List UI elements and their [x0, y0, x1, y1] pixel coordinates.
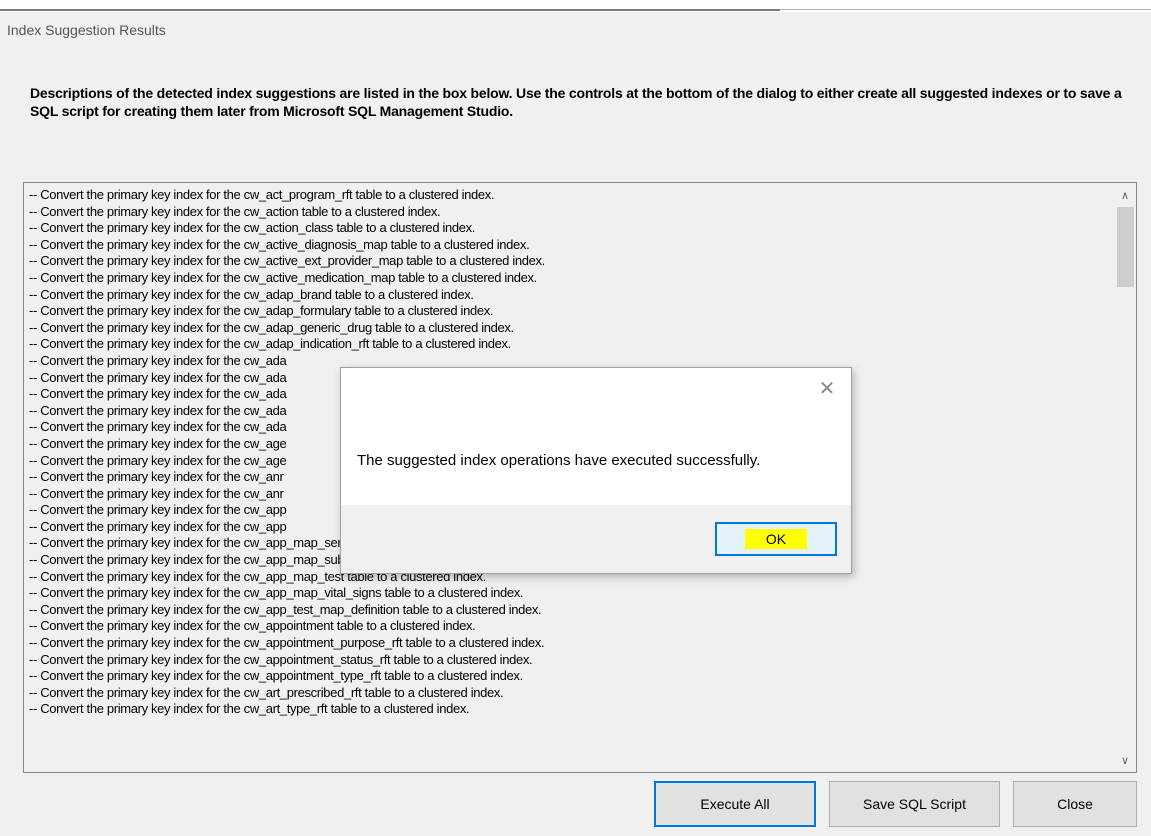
list-item[interactable]: -- Convert the primary key index for the…	[29, 320, 1109, 337]
message-box-footer: OK	[341, 505, 851, 573]
list-item[interactable]: -- Convert the primary key index for the…	[29, 602, 1109, 619]
scroll-thumb[interactable]	[1117, 207, 1134, 287]
success-message-box: ✕ The suggested index operations have ex…	[340, 367, 852, 574]
save-sql-script-button[interactable]: Save SQL Script	[829, 781, 1000, 827]
chevron-up-icon[interactable]: ∧	[1114, 185, 1136, 205]
list-item[interactable]: -- Convert the primary key index for the…	[29, 652, 1109, 669]
close-button[interactable]: Close	[1013, 781, 1137, 827]
list-item[interactable]: -- Convert the primary key index for the…	[29, 336, 1109, 353]
background-divider	[780, 9, 1151, 10]
list-item[interactable]: -- Convert the primary key index for the…	[29, 220, 1109, 237]
list-item[interactable]: -- Convert the primary key index for the…	[29, 668, 1109, 685]
list-item[interactable]: -- Convert the primary key index for the…	[29, 237, 1109, 254]
list-item[interactable]: -- Convert the primary key index for the…	[29, 685, 1109, 702]
list-item[interactable]: -- Convert the primary key index for the…	[29, 701, 1109, 718]
list-item[interactable]: -- Convert the primary key index for the…	[29, 303, 1109, 320]
list-item[interactable]: -- Convert the primary key index for the…	[29, 270, 1109, 287]
list-item[interactable]: -- Convert the primary key index for the…	[29, 187, 1109, 204]
description-text: Descriptions of the detected index sugge…	[30, 85, 1122, 119]
chevron-down-icon[interactable]: ∨	[1114, 750, 1136, 770]
execute-all-button[interactable]: Execute All	[654, 781, 816, 827]
list-item[interactable]: -- Convert the primary key index for the…	[29, 585, 1109, 602]
list-item[interactable]: -- Convert the primary key index for the…	[29, 618, 1109, 635]
ok-button[interactable]: OK	[715, 522, 837, 556]
dialog-title: Index Suggestion Results	[7, 22, 166, 38]
close-icon[interactable]: ✕	[815, 376, 839, 400]
list-item[interactable]: -- Convert the primary key index for the…	[29, 635, 1109, 652]
background-divider	[0, 9, 780, 11]
list-item[interactable]: -- Convert the primary key index for the…	[29, 204, 1109, 221]
background-window-strip	[0, 0, 1151, 12]
vertical-scrollbar[interactable]: ∧ ∨	[1114, 183, 1136, 772]
ok-button-label: OK	[744, 529, 808, 549]
list-item[interactable]: -- Convert the primary key index for the…	[29, 253, 1109, 270]
list-item[interactable]: -- Convert the primary key index for the…	[29, 287, 1109, 304]
message-text: The suggested index operations have exec…	[357, 452, 761, 469]
